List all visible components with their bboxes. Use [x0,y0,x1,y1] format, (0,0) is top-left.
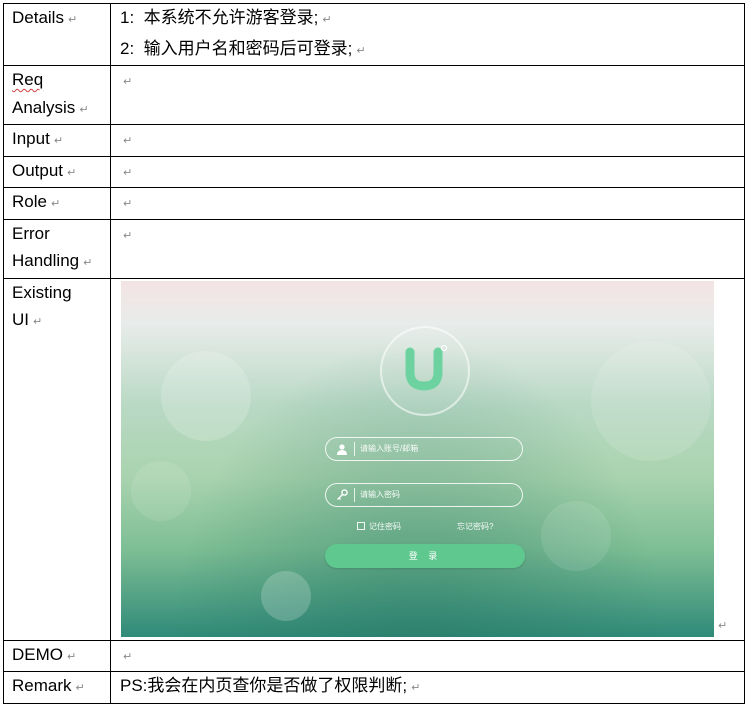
checkbox-box[interactable] [357,521,365,530]
row-output: Output ↵ ↵ [3,155,745,188]
label-text-1: Existing [12,282,72,302]
paragraph-mark: ↵ [123,229,133,242]
label-remark: Remark ↵ [3,671,111,704]
password-placeholder: 请输入密码 [360,489,400,499]
value-output: ↵ [110,155,745,188]
u-logo-icon [405,344,448,391]
row-req-analysis: Req Analysis ↵ ↵ [3,65,745,125]
row-error-handling: Error Handling ↵ ↵ [3,218,745,279]
label-output: Output ↵ [3,155,111,188]
value-demo: ↵ [110,639,745,672]
details-line-2: 2: 输入用户名和密码后可登录; ↵ [120,35,744,65]
bokeh-light [591,340,711,461]
label-text: DEMO [12,644,63,664]
bokeh-light [261,570,311,621]
label-text: Output [12,160,64,180]
password-input[interactable]: 请输入密码 [325,482,523,507]
paragraph-mark: ↵ [75,682,85,694]
label-text-1: Req [12,70,44,89]
remember-label: 记住密码 [369,521,401,531]
login-button[interactable]: 登 录 [325,543,525,568]
paragraph-mark: ↵ [123,650,133,663]
label-existing-ui: Existing UI ↵ [3,277,111,641]
label-req-analysis: Req Analysis ↵ [3,65,111,125]
value-details: 1: 本系统不允许游客登录; ↵ 2: 输入用户名和密码后可登录; ↵ [110,3,745,66]
paragraph-mark: ↵ [53,135,64,147]
details-line-1: 1: 本系统不允许游客登录; ↵ [120,5,744,35]
paragraph-mark: ↵ [123,166,133,179]
label-text: Remark [12,676,72,695]
row-input: Input ↵ ↵ [3,124,745,157]
value-error-handling: ↵ [110,218,745,279]
value-role: ↵ [110,187,745,220]
key-icon [337,488,348,500]
label-text: Details [12,8,64,27]
value-existing-ui: 请输入账号/邮箱 请输入密码 记住密码 忘记密码? 登 录 ↵ [110,277,745,641]
label-text-2: Analysis [12,97,76,117]
paragraph-mark: ↵ [718,619,728,632]
input-divider [354,441,355,456]
input-divider [354,487,355,502]
label-text: Role [12,192,47,211]
row-role: Role ↵ ↵ [3,187,745,220]
user-icon [337,443,347,455]
brand-logo [380,325,470,416]
bokeh-light [161,350,251,441]
value-req-analysis: ↵ [110,65,745,125]
label-text-2: UI [12,310,29,329]
row-remark: Remark ↵ PS:我会在内页查你是否做了权限判断; ↵ [3,671,745,704]
username-input[interactable]: 请输入账号/邮箱 [325,436,523,461]
label-line-2: Handling ↵ [12,247,110,277]
label-demo: DEMO ↵ [3,639,111,672]
paragraph-mark: ↵ [50,198,61,210]
label-input: Input ↵ [3,124,111,157]
value-input: ↵ [110,124,745,157]
label-details: Details ↵ [3,3,111,66]
paragraph-mark: ↵ [411,682,421,694]
value-remark: PS:我会在内页查你是否做了权限判断; ↵ [110,671,745,704]
bokeh-light [131,460,191,521]
username-placeholder: 请输入账号/邮箱 [360,443,419,453]
paragraph-mark: ↵ [33,316,43,328]
paragraph-mark: ↵ [356,44,366,57]
forgot-password-link[interactable]: 忘记密码? [457,521,493,533]
login-screenshot: 请输入账号/邮箱 请输入密码 记住密码 忘记密码? 登 录 [121,280,714,637]
paragraph-mark: ↵ [123,198,133,210]
requirements-table: Details ↵ 1: 本系统不允许游客登录; ↵ 2: 输入用户名和密码后可登录… [3,3,745,704]
remark-text: PS:我会在内页查你是否做了权限判断; [120,676,408,695]
row-demo: DEMO ↵ ↵ [3,639,745,672]
label-text: Input [12,129,50,148]
paragraph-mark: ↵ [67,166,77,179]
paragraph-mark: ↵ [123,135,133,147]
paragraph-mark: ↵ [67,650,77,663]
paragraph-mark: ↵ [322,14,332,26]
label-error-handling: Error Handling ↵ [3,218,111,279]
bokeh-light [541,500,611,571]
details-line-1-text: 1: 本系统不允许游客登录; [120,8,319,27]
remember-password-checkbox[interactable]: 记住密码 [357,521,401,533]
paragraph-mark: ↵ [79,103,89,116]
label-text-2: Handling [12,251,80,270]
paragraph-mark: ↵ [67,14,78,26]
label-line-2: Analysis ↵ [12,94,110,124]
row-details: Details ↵ 1: 本系统不允许游客登录; ↵ 2: 输入用户名和密码后可登录… [3,3,745,66]
row-existing-ui: Existing UI ↵ 请输入账号/邮箱 请输入密码 记住密码 忘记密码? … [3,277,745,641]
details-line-2-text: 2: 输入用户名和密码后可登录; [120,38,353,58]
label-role: Role ↵ [3,187,111,220]
paragraph-mark: ↵ [123,76,133,88]
label-line-2: UI ↵ [12,306,110,337]
paragraph-mark: ↵ [83,257,93,269]
forgot-label: 忘记密码? [457,521,494,531]
label-text-1: Error [12,223,50,243]
